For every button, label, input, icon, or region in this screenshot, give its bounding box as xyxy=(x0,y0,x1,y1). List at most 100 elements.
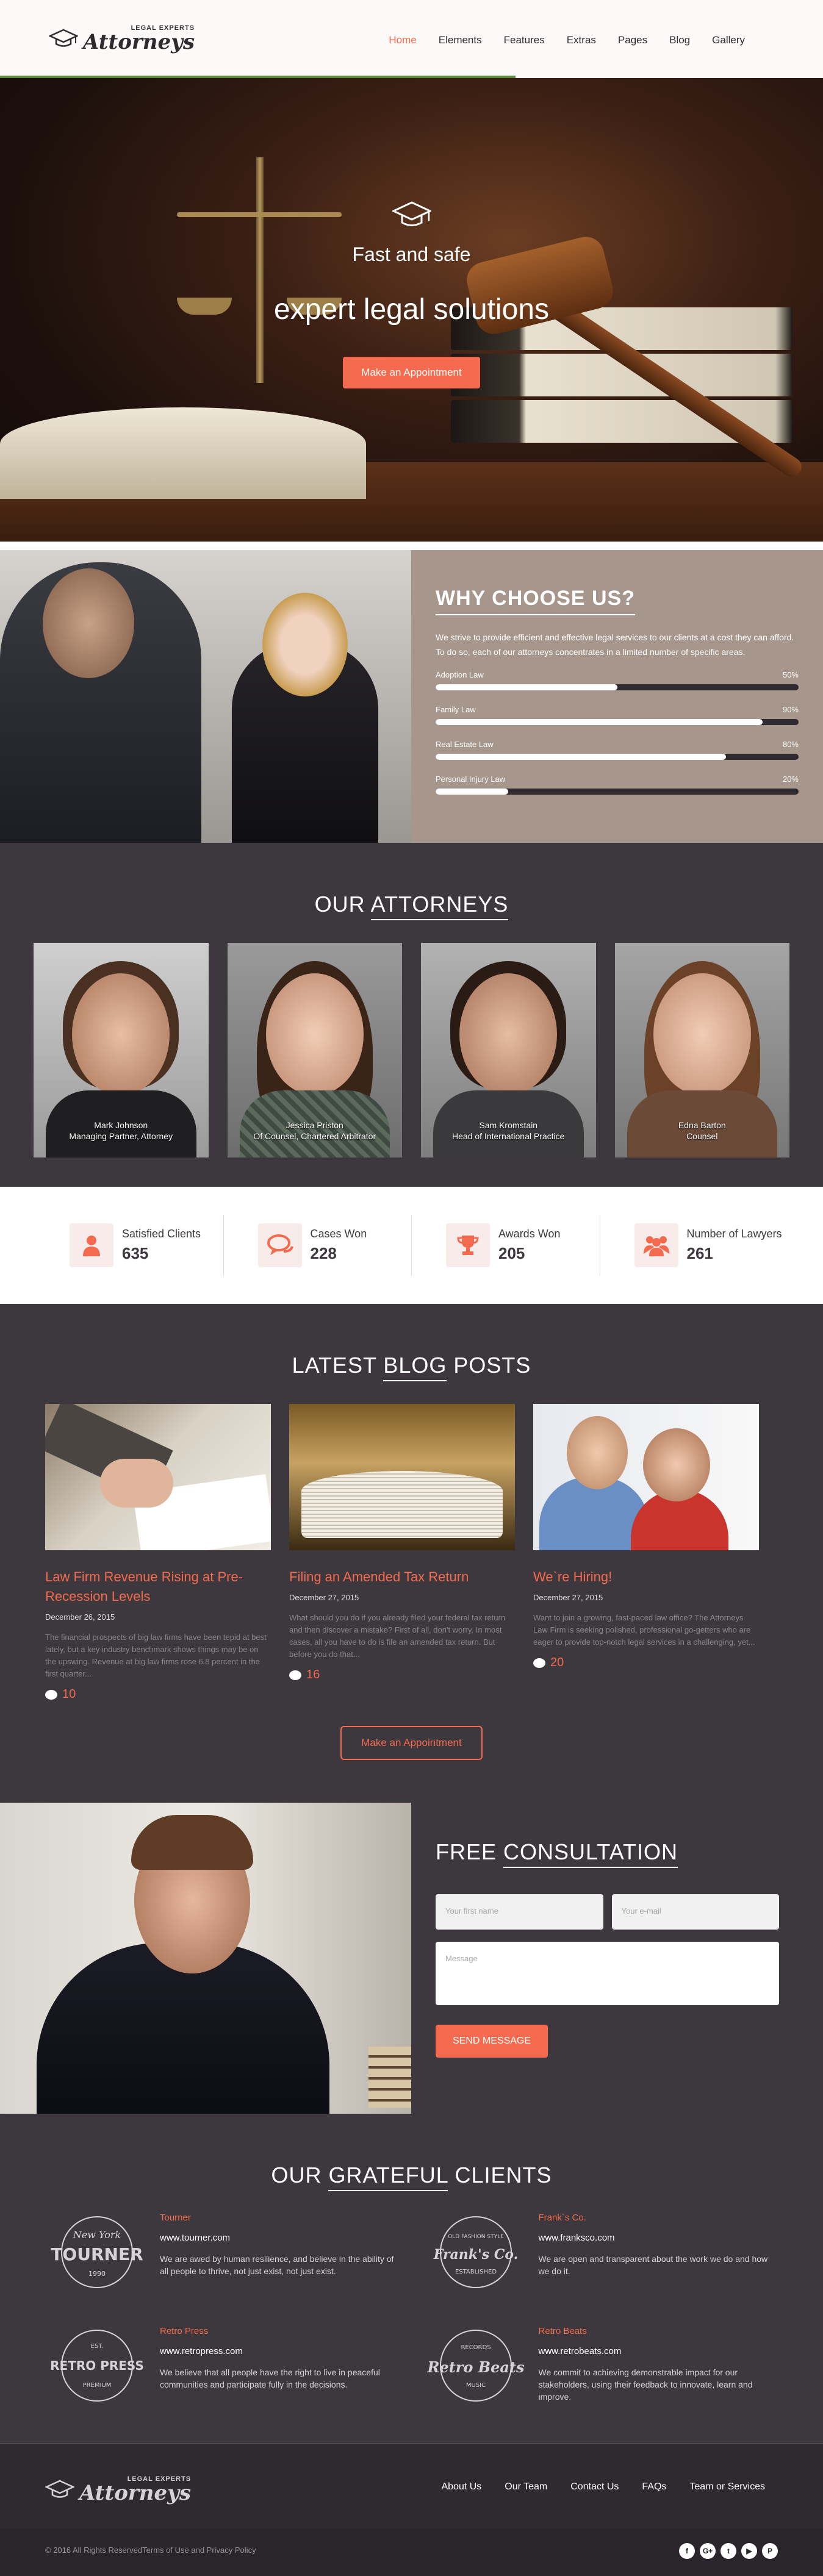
svg-text:Frank's Co.: Frank's Co. xyxy=(433,2247,518,2263)
youtube-icon[interactable]: ▶ xyxy=(741,2543,757,2559)
stats-section: Satisfied Clients 635 Cases Won 228 Awards… xyxy=(0,1187,823,1304)
email-input[interactable]: Your e-mail xyxy=(611,1894,779,1930)
blog-post-image[interactable] xyxy=(45,1404,271,1550)
logo-wordmark: Attorneys xyxy=(79,2481,192,2505)
nav-pages[interactable]: Pages xyxy=(607,34,658,46)
client-logo[interactable]: OLD FASHION STYLE Frank's Co. ESTABLISHED xyxy=(424,2213,528,2292)
client-name: Retro Press xyxy=(160,2326,209,2336)
footer-link-contact[interactable]: Contact Us xyxy=(570,2481,619,2492)
skill-bar: Personal Injury Law 20% xyxy=(436,775,799,795)
blog-post-date: December 27, 2015 xyxy=(533,1593,603,1602)
footer-link-faqs[interactable]: FAQs xyxy=(642,2481,666,2492)
attorney-card[interactable]: Sam Kromstain Head of International Pract… xyxy=(421,943,596,1157)
chat-icon xyxy=(267,1234,293,1255)
footer-logo[interactable]: LEGAL EXPERTS Attorneys xyxy=(45,2475,191,2503)
client-description: We are open and transparent about the wo… xyxy=(538,2254,768,2276)
comment-count[interactable]: 16 xyxy=(289,1668,515,1682)
client-name: Frank`s Co. xyxy=(538,2213,586,2223)
client-name: Retro Beats xyxy=(538,2326,587,2336)
terms-link[interactable]: Terms of Use and Privacy Policy xyxy=(142,2546,256,2555)
svg-text:OLD FASHION STYLE: OLD FASHION STYLE xyxy=(448,2234,504,2240)
twitter-icon[interactable]: t xyxy=(721,2543,736,2559)
skill-label: Family Law xyxy=(436,705,476,714)
nav-extras[interactable]: Extras xyxy=(556,34,607,46)
stat-value: 635 xyxy=(122,1244,149,1262)
blog-post-image[interactable] xyxy=(533,1404,759,1550)
client-description: We believe that all people have the righ… xyxy=(160,2367,380,2389)
nav-elements[interactable]: Elements xyxy=(428,34,493,46)
svg-text:PREMIUM: PREMIUM xyxy=(83,2382,112,2389)
comment-count[interactable]: 10 xyxy=(45,1687,271,1701)
client-logo[interactable]: EST. RETRO PRESS PREMIUM xyxy=(45,2326,149,2405)
why-choose-info: WHY CHOOSE US? We strive to provide effi… xyxy=(411,550,823,843)
attorneys-section: OUR ATTORNEYS Mark Johnson Managing Partn… xyxy=(0,843,823,1187)
comment-icon xyxy=(289,1670,301,1680)
blog-post-title[interactable]: Filing an Amended Tax Return xyxy=(289,1567,515,1587)
attorney-card[interactable]: Jessica Priston Of Counsel, Chartered Arb… xyxy=(227,943,402,1157)
facebook-icon[interactable]: f xyxy=(679,2543,695,2559)
client-url[interactable]: www.retrobeats.com xyxy=(539,2346,778,2356)
clients-section: OUR GRATEFUL CLIENTS New York TOURNER 1990… xyxy=(0,2114,823,2443)
nav-gallery[interactable]: Gallery xyxy=(701,34,756,46)
comment-count[interactable]: 20 xyxy=(533,1656,759,1670)
stat-value: 205 xyxy=(498,1244,525,1262)
nav-blog[interactable]: Blog xyxy=(658,34,701,46)
skill-value: 80% xyxy=(782,740,799,749)
skill-fill xyxy=(436,754,726,760)
client-logo[interactable]: New York TOURNER 1990 xyxy=(45,2213,149,2292)
client-logo[interactable]: RECORDS Retro Beats MUSIC xyxy=(424,2326,528,2405)
stat-label: Cases Won xyxy=(310,1228,367,1240)
nav-home[interactable]: Home xyxy=(378,34,427,46)
social-links: f G+ t ▶ P xyxy=(679,2543,778,2559)
hero-section: Fast and safe expert legal solutions Mak… xyxy=(0,78,823,542)
make-appointment-button[interactable]: Make an Appointment xyxy=(343,357,480,388)
send-message-button[interactable]: SEND MESSAGE xyxy=(436,2025,548,2058)
consultation-photo xyxy=(0,550,411,843)
skill-fill xyxy=(436,789,508,795)
client-url[interactable]: www.retropress.com xyxy=(160,2346,400,2356)
svg-text:RETRO PRESS: RETRO PRESS xyxy=(50,2358,144,2373)
consultation-form: FREE CONSULTATION Your first name Your e… xyxy=(411,1803,823,2114)
trophy-icon xyxy=(457,1236,479,1255)
blog-post-excerpt: The financial prospects of big law firms… xyxy=(45,1633,267,1678)
stat-label: Satisfied Clients xyxy=(122,1228,201,1240)
stat-value: 261 xyxy=(686,1244,713,1262)
skill-bar: Real Estate Law 80% xyxy=(436,740,799,760)
why-choose-title: WHY CHOOSE US? xyxy=(436,587,635,615)
consultation-section: FREE CONSULTATION Your first name Your e… xyxy=(0,1803,823,2114)
attorney-card[interactable]: Edna Barton Counsel xyxy=(614,943,789,1157)
blog-grid: Law Firm Revenue Rising at Pre-Recession… xyxy=(45,1404,778,1701)
clients-title: OUR GRATEFUL CLIENTS xyxy=(45,2163,778,2191)
copyright: © 2016 All Rights ReservedTerms of Use a… xyxy=(45,2546,256,2555)
skill-bar: Family Law 90% xyxy=(436,705,799,725)
logo-wordmark: Attorneys xyxy=(83,30,195,54)
person-icon xyxy=(83,1236,100,1256)
blog-post-image[interactable] xyxy=(289,1404,515,1550)
footer-link-team[interactable]: Our Team xyxy=(505,2481,547,2492)
blog-post-title[interactable]: We`re Hiring! xyxy=(533,1567,759,1587)
hero-content: Fast and safe expert legal solutions Mak… xyxy=(0,200,823,388)
message-textarea[interactable]: Message xyxy=(436,1942,779,2005)
blog-post-title[interactable]: Law Firm Revenue Rising at Pre-Recession… xyxy=(45,1567,271,1606)
footer-link-services[interactable]: Team or Services xyxy=(689,2481,765,2492)
site-logo[interactable]: LEGAL EXPERTS Attorneys xyxy=(49,24,195,52)
attorney-name: Mark Johnson xyxy=(94,1120,148,1130)
attorney-card[interactable]: Mark Johnson Managing Partner, Attorney xyxy=(34,943,209,1157)
first-name-input[interactable]: Your first name xyxy=(436,1894,603,1930)
client-url[interactable]: www.tourner.com xyxy=(160,2233,400,2243)
client-item: New York TOURNER 1990 Tourner www.tourner.… xyxy=(45,2213,400,2292)
make-appointment-outline-button[interactable]: Make an Appointment xyxy=(340,1726,483,1760)
stat-item: Number of Lawyers 261 xyxy=(600,1215,788,1276)
skill-value: 50% xyxy=(782,670,799,679)
attorney-name: Sam Kromstain xyxy=(479,1120,538,1130)
blog-post: Law Firm Revenue Rising at Pre-Recession… xyxy=(45,1404,271,1701)
footer-link-about[interactable]: About Us xyxy=(441,2481,481,2492)
pinterest-icon[interactable]: P xyxy=(762,2543,778,2559)
svg-text:EST.: EST. xyxy=(91,2343,104,2350)
skill-value: 20% xyxy=(782,775,799,784)
google-plus-icon[interactable]: G+ xyxy=(700,2543,716,2559)
attorney-name: Edna Barton xyxy=(678,1120,726,1130)
nav-features[interactable]: Features xyxy=(493,34,556,46)
client-url[interactable]: www.franksco.com xyxy=(539,2233,778,2243)
stat-item: Satisfied Clients 635 xyxy=(35,1215,224,1276)
